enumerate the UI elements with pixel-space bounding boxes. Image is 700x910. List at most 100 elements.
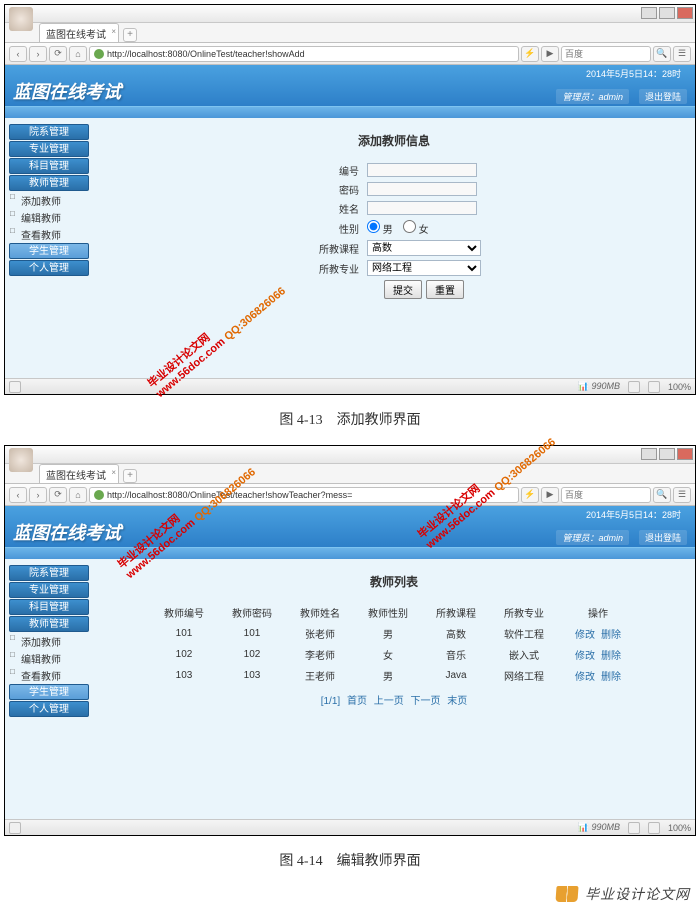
play-button[interactable]: ▶	[541, 46, 559, 62]
tab-title: 蓝图在线考试	[46, 471, 106, 482]
maximize-button[interactable]	[659, 448, 675, 460]
col-pwd: 教师密码	[218, 602, 286, 623]
list-title: 教师列表	[117, 573, 671, 590]
sidebar-item-teachers[interactable]: 教师管理	[9, 616, 89, 632]
menu-button[interactable]: ☰	[673, 487, 691, 503]
pager-first[interactable]: 首页	[347, 696, 367, 707]
new-tab-button[interactable]: +	[123, 469, 137, 483]
back-button[interactable]: ‹	[9, 46, 27, 62]
status-icon[interactable]	[628, 381, 640, 393]
status-icon[interactable]	[648, 381, 660, 393]
tab-title: 蓝图在线考试	[46, 30, 106, 41]
admin-info: 管理员：admin	[556, 89, 629, 104]
sidebar-item-subjects[interactable]: 科目管理	[9, 158, 89, 174]
sidebar: 院系管理 专业管理 科目管理 教师管理 添加教师 编辑教师 查看教师 学生管理 …	[5, 118, 93, 378]
home-button[interactable]: ⌂	[69, 487, 87, 503]
pager-last[interactable]: 末页	[447, 696, 467, 707]
globe-icon	[94, 49, 104, 59]
address-bar[interactable]: http://localhost:8080/OnlineTest/teacher…	[89, 46, 519, 62]
content-area: 教师列表 教师编号 教师密码 教师姓名 教师性别 所教课程 所教专业 操作 10…	[93, 559, 695, 819]
close-icon[interactable]: ×	[111, 27, 116, 36]
edit-link[interactable]: 修改	[575, 651, 595, 662]
figure-caption-1: 图 4-13 添加教师界面	[0, 403, 700, 441]
sidebar-item-subjects[interactable]: 科目管理	[9, 599, 89, 615]
lightning-button[interactable]: ⚡	[521, 46, 539, 62]
search-hint: 百度	[565, 47, 583, 60]
sidebar-sub-view-teacher[interactable]: 查看教师	[9, 226, 89, 243]
menu-button[interactable]: ☰	[673, 46, 691, 62]
status-zoom[interactable]: 100%	[668, 382, 691, 392]
sidebar-item-students[interactable]: 学生管理	[9, 684, 89, 700]
search-box[interactable]: 百度	[561, 487, 651, 503]
edit-link[interactable]: 修改	[575, 672, 595, 683]
sidebar-item-personal[interactable]: 个人管理	[9, 260, 89, 276]
sidebar-item-teachers[interactable]: 教师管理	[9, 175, 89, 191]
delete-link[interactable]: 删除	[601, 630, 621, 641]
input-id[interactable]	[367, 163, 477, 177]
footer-text: 毕业设计论文网	[585, 884, 690, 904]
col-major: 所教专业	[490, 602, 558, 623]
status-zoom[interactable]: 100%	[668, 823, 691, 833]
delete-link[interactable]: 删除	[601, 651, 621, 662]
play-button[interactable]: ▶	[541, 487, 559, 503]
new-tab-button[interactable]: +	[123, 28, 137, 42]
sidebar-item-students[interactable]: 学生管理	[9, 243, 89, 259]
browser-tab[interactable]: 蓝图在线考试 ×	[39, 23, 119, 42]
input-pwd[interactable]	[367, 182, 477, 196]
close-button[interactable]	[677, 448, 693, 460]
search-hint: 百度	[565, 488, 583, 501]
url-text: http://localhost:8080/OnlineTest/teacher…	[107, 49, 305, 59]
sidebar-item-personal[interactable]: 个人管理	[9, 701, 89, 717]
reload-button[interactable]: ⟳	[49, 487, 67, 503]
sidebar-item-majors[interactable]: 专业管理	[9, 141, 89, 157]
browser-titlebar	[5, 5, 695, 23]
sidebar-sub-add-teacher[interactable]: 添加教师	[9, 192, 89, 209]
submit-button[interactable]: 提交	[384, 280, 422, 299]
search-button[interactable]: 🔍	[653, 46, 671, 62]
delete-link[interactable]: 删除	[601, 672, 621, 683]
address-bar[interactable]: http://localhost:8080/OnlineTest/teacher…	[89, 487, 519, 503]
app-header: 2014年5月5日14：28时 蓝图在线考试 管理员：admin 退出登陆	[5, 506, 695, 547]
status-icon[interactable]	[648, 822, 660, 834]
label-name: 姓名	[303, 199, 363, 218]
sidebar-sub-view-teacher[interactable]: 查看教师	[9, 667, 89, 684]
reset-button[interactable]: 重置	[426, 280, 464, 299]
close-button[interactable]	[677, 7, 693, 19]
radio-female[interactable]	[403, 220, 416, 233]
edit-link[interactable]: 修改	[575, 630, 595, 641]
select-course[interactable]: 高数	[367, 240, 481, 256]
search-button[interactable]: 🔍	[653, 487, 671, 503]
logout-link[interactable]: 退出登陆	[639, 89, 687, 104]
reload-button[interactable]: ⟳	[49, 46, 67, 62]
close-icon[interactable]: ×	[111, 468, 116, 477]
globe-icon	[94, 490, 104, 500]
select-major[interactable]: 网络工程	[367, 260, 481, 276]
back-button[interactable]: ‹	[9, 487, 27, 503]
table-row: 101101张老师男高数软件工程 修改删除	[150, 623, 638, 644]
pager-prev[interactable]: 上一页	[374, 696, 404, 707]
minimize-button[interactable]	[641, 448, 657, 460]
home-button[interactable]: ⌂	[69, 46, 87, 62]
browser-tab[interactable]: 蓝图在线考试 ×	[39, 464, 119, 483]
sidebar-sub-add-teacher[interactable]: 添加教师	[9, 633, 89, 650]
status-left-icon[interactable]	[9, 822, 21, 834]
sidebar-sub-edit-teacher[interactable]: 编辑教师	[9, 209, 89, 226]
pager-next[interactable]: 下一页	[411, 696, 441, 707]
radio-male[interactable]	[367, 220, 380, 233]
pager-info: [1/1]	[321, 696, 340, 707]
forward-button[interactable]: ›	[29, 487, 47, 503]
sidebar-item-majors[interactable]: 专业管理	[9, 582, 89, 598]
maximize-button[interactable]	[659, 7, 675, 19]
app-title: 蓝图在线考试	[13, 78, 121, 106]
forward-button[interactable]: ›	[29, 46, 47, 62]
search-box[interactable]: 百度	[561, 46, 651, 62]
sidebar-sub-edit-teacher[interactable]: 编辑教师	[9, 650, 89, 667]
sidebar-item-faculties[interactable]: 院系管理	[9, 124, 89, 140]
status-left-icon[interactable]	[9, 381, 21, 393]
input-name[interactable]	[367, 201, 477, 215]
minimize-button[interactable]	[641, 7, 657, 19]
logout-link[interactable]: 退出登陆	[639, 530, 687, 545]
sidebar-item-faculties[interactable]: 院系管理	[9, 565, 89, 581]
lightning-button[interactable]: ⚡	[521, 487, 539, 503]
status-icon[interactable]	[628, 822, 640, 834]
